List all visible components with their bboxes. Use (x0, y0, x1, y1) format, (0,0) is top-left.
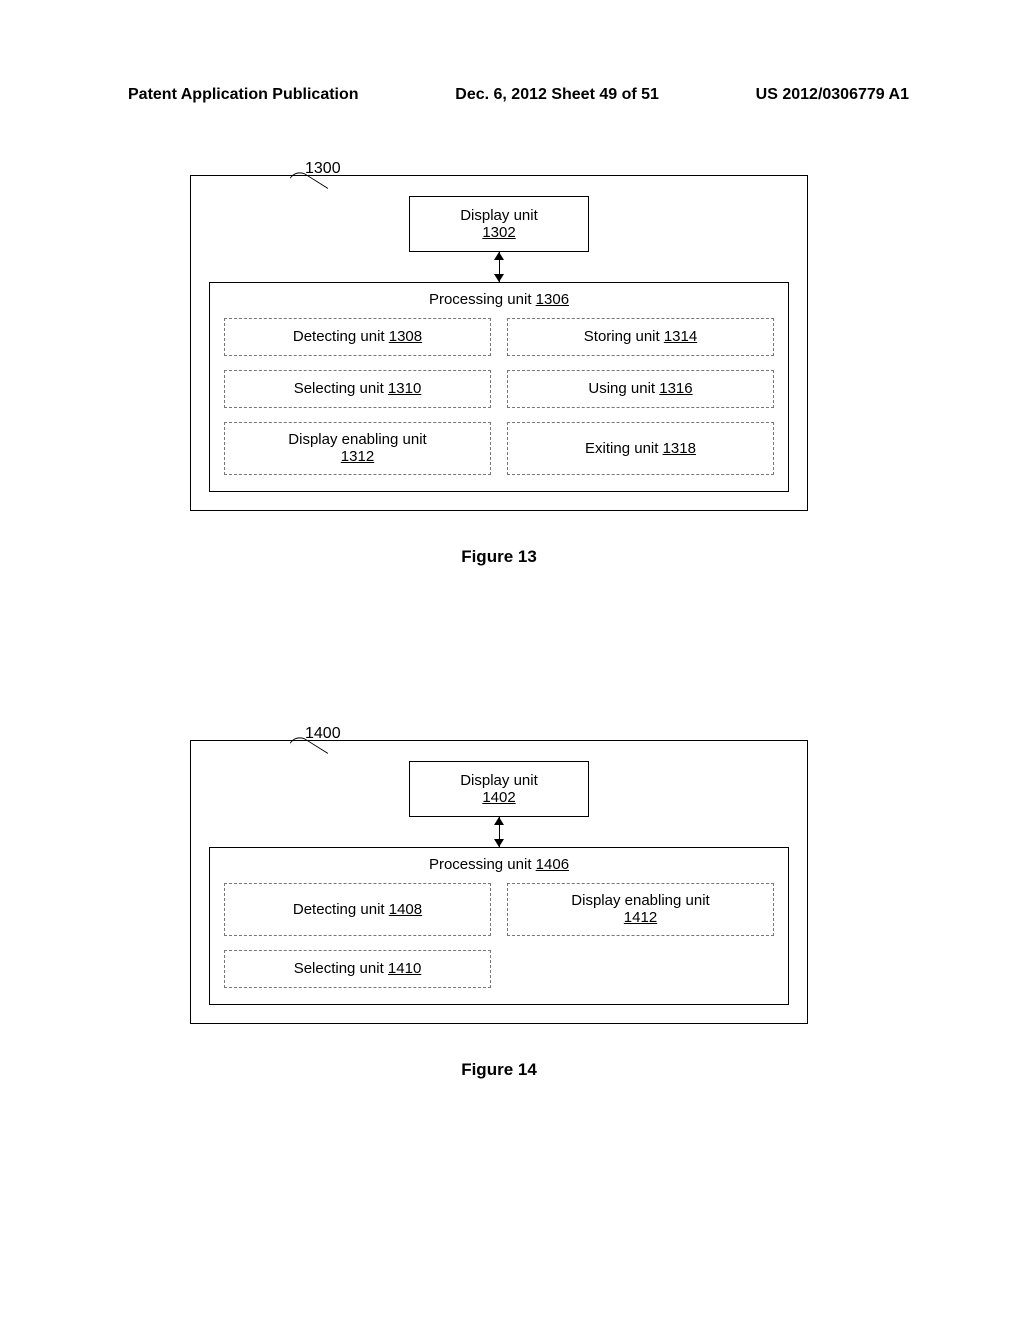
display-unit-box: Display unit 1402 (409, 761, 589, 817)
subunit-grid: Detecting unit 1308 Storing unit 1314 Se… (224, 318, 774, 475)
display-unit-box: Display unit 1302 (409, 196, 589, 252)
display-unit-label: Display unit (460, 207, 538, 224)
arrow-down-icon (494, 274, 504, 282)
header-center: Dec. 6, 2012 Sheet 49 of 51 (455, 86, 659, 104)
display-unit-num: 1302 (482, 224, 515, 241)
selecting-unit: Selecting unit 1310 (224, 370, 491, 408)
detecting-unit: Detecting unit 1308 (224, 318, 491, 356)
display-enabling-unit: Display enabling unit1312 (224, 422, 491, 475)
selecting-unit: Selecting unit 1410 (224, 950, 491, 988)
connector (209, 252, 789, 282)
display-unit-label: Display unit (460, 772, 538, 789)
device-box: Display unit 1302 Processing unit 1306 D… (190, 175, 808, 511)
processing-unit-box: Processing unit 1406 Detecting unit 1408… (209, 847, 789, 1005)
processing-unit-box: Processing unit 1306 Detecting unit 1308… (209, 282, 789, 492)
device-box: Display unit 1402 Processing unit 1406 D… (190, 740, 808, 1024)
figure-13: 1300 Display unit 1302 Processing unit 1… (190, 175, 808, 567)
processing-unit-title: Processing unit 1406 (224, 856, 774, 873)
connector (209, 817, 789, 847)
processing-unit-title: Processing unit 1306 (224, 291, 774, 308)
display-unit-num: 1402 (482, 789, 515, 806)
figure-caption: Figure 13 (190, 547, 808, 567)
arrow-down-icon (494, 839, 504, 847)
header-right: US 2012/0306779 A1 (756, 86, 909, 104)
storing-unit: Storing unit 1314 (507, 318, 774, 356)
subunit-grid: Detecting unit 1408 Display enabling uni… (224, 883, 774, 988)
using-unit: Using unit 1316 (507, 370, 774, 408)
exiting-unit: Exiting unit 1318 (507, 422, 774, 475)
detecting-unit: Detecting unit 1408 (224, 883, 491, 936)
figure-caption: Figure 14 (190, 1060, 808, 1080)
header-left: Patent Application Publication (128, 86, 359, 104)
figure-14: 1400 Display unit 1402 Processing unit 1… (190, 740, 808, 1080)
page-header: Patent Application Publication Dec. 6, 2… (0, 86, 1024, 104)
display-enabling-unit: Display enabling unit1412 (507, 883, 774, 936)
